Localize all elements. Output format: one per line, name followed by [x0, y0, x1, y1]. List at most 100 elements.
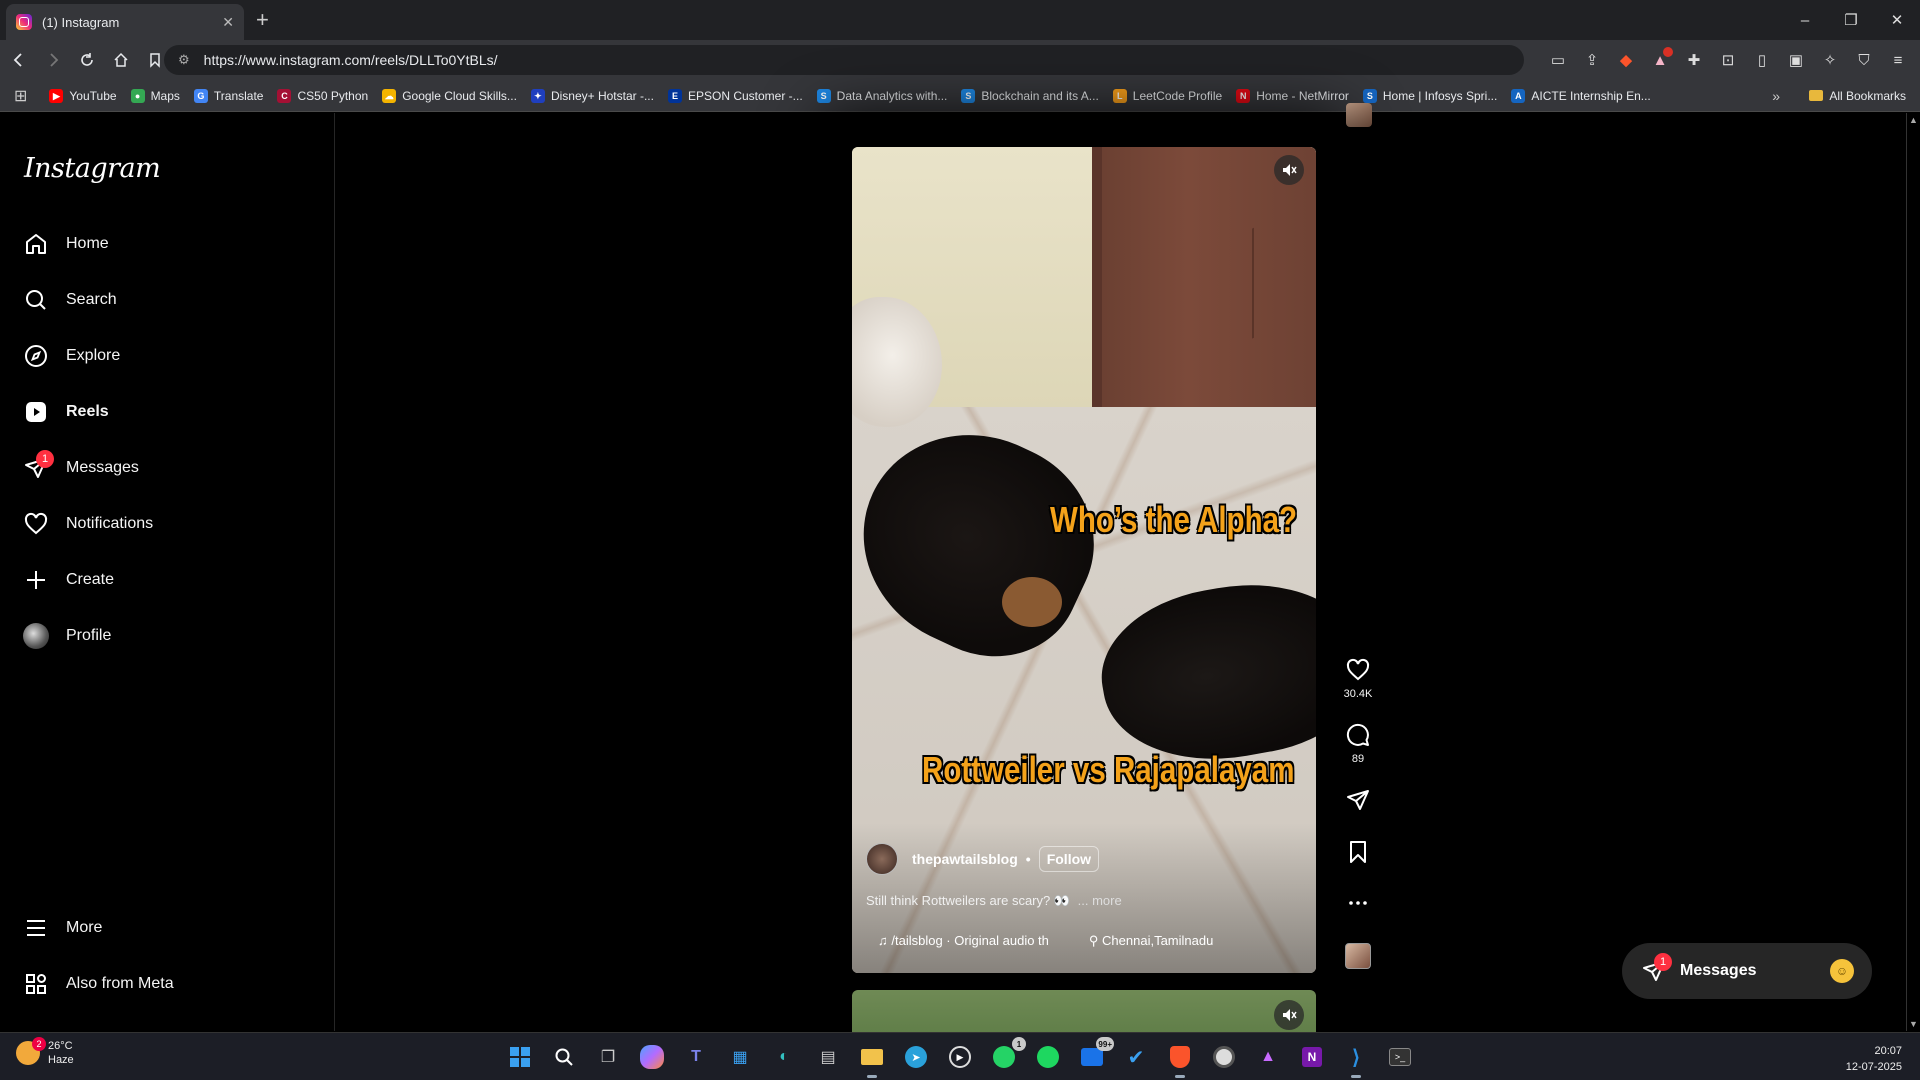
- start-windows-icon[interactable]: [504, 1041, 536, 1073]
- sidebar-item-home[interactable]: Home: [22, 222, 109, 266]
- brave-rewards-icon[interactable]: ▲: [1646, 46, 1674, 74]
- bookmark-item[interactable]: ✦ Disney+ Hotstar -...: [530, 88, 654, 103]
- wallet-icon[interactable]: ▣: [1782, 46, 1810, 74]
- clock-time: 20:07: [1874, 1045, 1902, 1057]
- bookmark-item[interactable]: S Home | Infosys Spri...: [1362, 88, 1497, 103]
- address-bar[interactable]: ⚙ https://www.instagram.com/reels/DLLTo0…: [164, 45, 1524, 75]
- page-scrollbar[interactable]: ▲ ▼: [1906, 113, 1920, 1031]
- teams-icon[interactable]: T: [680, 1041, 712, 1073]
- instagram-logo[interactable]: Instagram: [24, 153, 161, 184]
- bookmark-item[interactable]: ● Maps: [130, 88, 180, 103]
- whatsapp-icon[interactable]: 1: [988, 1037, 1026, 1073]
- store-bag-icon[interactable]: ▤: [812, 1041, 844, 1073]
- clock-app-icon[interactable]: [1208, 1041, 1240, 1073]
- sidebar-toggle-icon[interactable]: ▯: [1748, 46, 1776, 74]
- back-button[interactable]: [4, 45, 34, 75]
- restore-button[interactable]: ❐: [1828, 0, 1874, 40]
- reload-button[interactable]: [72, 45, 102, 75]
- bookmark-item[interactable]: L LeetCode Profile: [1112, 88, 1222, 103]
- all-bookmarks-button[interactable]: All Bookmarks: [1809, 89, 1906, 103]
- bookmark-item[interactable]: C CS50 Python: [277, 88, 368, 103]
- taskbar-search-icon[interactable]: [548, 1041, 580, 1073]
- author-username[interactable]: thepawtailsblog: [912, 851, 1018, 867]
- menu-icon[interactable]: ≡: [1884, 46, 1912, 74]
- file-explorer-icon[interactable]: [856, 1041, 888, 1078]
- clock-date: 12-07-2025: [1845, 1061, 1902, 1073]
- forward-button[interactable]: [38, 45, 68, 75]
- sidebar-item-explore[interactable]: Explore: [22, 334, 120, 378]
- bookmark-label: EPSON Customer -...: [687, 88, 803, 103]
- site-settings-icon[interactable]: ⚙: [178, 52, 190, 68]
- scroll-up-arrow-icon[interactable]: ▲: [1909, 115, 1918, 125]
- messages-floating-button[interactable]: 1 Messages ☺: [1622, 943, 1872, 999]
- brave-browser-icon[interactable]: [1164, 1041, 1196, 1078]
- reel-video[interactable]: Who’s the Alpha? Rottweiler vs Rajapalay…: [852, 147, 1316, 973]
- sidebar-item-create[interactable]: Create: [22, 558, 114, 602]
- close-window-button[interactable]: ✕: [1874, 0, 1920, 40]
- spotify-icon[interactable]: [1032, 1041, 1064, 1073]
- description-more-link[interactable]: ... more: [1078, 893, 1122, 908]
- terminal-icon[interactable]: >_: [1384, 1041, 1416, 1073]
- sidebar-item-more[interactable]: More: [22, 906, 102, 950]
- bookmark-item[interactable]: E EPSON Customer -...: [667, 88, 803, 103]
- system-clock[interactable]: 20:07 12-07-2025: [1846, 1043, 1902, 1075]
- telegram-icon[interactable]: ➤: [900, 1041, 932, 1073]
- bookmark-item[interactable]: N Home - NetMirror: [1236, 88, 1349, 103]
- vscode-icon[interactable]: ⟩: [1340, 1041, 1372, 1078]
- media-player-icon[interactable]: ▶: [944, 1041, 976, 1073]
- bookmark-item[interactable]: S Blockchain and its A...: [961, 88, 1099, 103]
- bookmark-item[interactable]: ▶ YouTube: [49, 88, 117, 103]
- sidebar-item-search[interactable]: Search: [22, 278, 117, 322]
- sidebar-item-profile[interactable]: Profile: [22, 614, 111, 658]
- sidebar-item-reels[interactable]: Reels: [22, 390, 109, 434]
- bookmark-item[interactable]: G Translate: [193, 88, 263, 103]
- share-icon[interactable]: ⇪: [1578, 46, 1606, 74]
- onenote-icon[interactable]: N: [1296, 1041, 1328, 1073]
- mute-button[interactable]: [1274, 155, 1304, 185]
- share-button[interactable]: [1338, 788, 1378, 812]
- sidebar-item-notifications[interactable]: Notifications: [22, 502, 153, 546]
- screenshot-icon[interactable]: ⊡: [1714, 46, 1742, 74]
- previous-reel-audio-thumb[interactable]: [1346, 103, 1372, 127]
- apps-grid-icon[interactable]: ⊞: [14, 86, 27, 106]
- author-avatar[interactable]: [866, 843, 898, 875]
- video-scene-door: [1092, 147, 1316, 407]
- extensions-icon[interactable]: ✚: [1680, 46, 1708, 74]
- next-reel-mute-button[interactable]: [1274, 1000, 1304, 1030]
- scroll-down-arrow-icon[interactable]: ▼: [1909, 1019, 1918, 1029]
- todo-icon[interactable]: ✔: [1120, 1041, 1152, 1073]
- audio-link[interactable]: ♫ /tailsblog · Original audio th: [878, 933, 1049, 949]
- minimize-button[interactable]: –: [1782, 0, 1828, 40]
- cast-icon[interactable]: ▭: [1544, 46, 1572, 74]
- like-button[interactable]: 30.4K: [1338, 658, 1378, 700]
- like-count: 30.4K: [1343, 688, 1373, 700]
- copilot-icon[interactable]: [640, 1045, 664, 1069]
- bookmark-item[interactable]: ☁ Google Cloud Skills...: [382, 88, 517, 103]
- browser-tab[interactable]: (1) Instagram ✕: [6, 4, 244, 40]
- audio-thumbnail-button[interactable]: [1338, 943, 1378, 969]
- comment-button[interactable]: 89: [1338, 723, 1378, 765]
- bookmarks-overflow-button[interactable]: »: [1772, 88, 1780, 104]
- location-link[interactable]: ⚲ Chennai,Tamilnadu: [1089, 933, 1213, 949]
- home-icon: [22, 230, 50, 258]
- task-view-icon[interactable]: ❐: [592, 1041, 624, 1073]
- sidebar-item-messages[interactable]: 1 Messages: [22, 446, 139, 490]
- bookmark-item[interactable]: A AICTE Internship En...: [1511, 88, 1651, 103]
- home-button[interactable]: [106, 45, 136, 75]
- leo-ai-icon[interactable]: ✧: [1816, 46, 1844, 74]
- new-tab-button[interactable]: +: [256, 7, 269, 33]
- brave-shields-icon[interactable]: ◆: [1612, 46, 1640, 74]
- bookmark-favicon-icon: S: [961, 88, 976, 103]
- bookmark-item[interactable]: S Data Analytics with...: [816, 88, 947, 103]
- more-options-button[interactable]: [1338, 891, 1378, 915]
- weather-widget[interactable]: 2 26°C Haze: [16, 1037, 74, 1067]
- save-button[interactable]: [1338, 840, 1378, 864]
- sidebar-item-also-from-meta[interactable]: Also from Meta: [22, 962, 174, 1006]
- follow-button[interactable]: Follow: [1038, 846, 1100, 872]
- edge-icon[interactable]: ◐: [768, 1041, 800, 1073]
- tab-close-icon[interactable]: ✕: [222, 14, 234, 31]
- microsoft-store-icon[interactable]: ▦: [724, 1041, 756, 1073]
- vpn-icon[interactable]: ⛉: [1850, 46, 1878, 74]
- affinity-icon[interactable]: ▲: [1252, 1041, 1284, 1073]
- outlook-mail-icon[interactable]: 99+: [1076, 1037, 1114, 1073]
